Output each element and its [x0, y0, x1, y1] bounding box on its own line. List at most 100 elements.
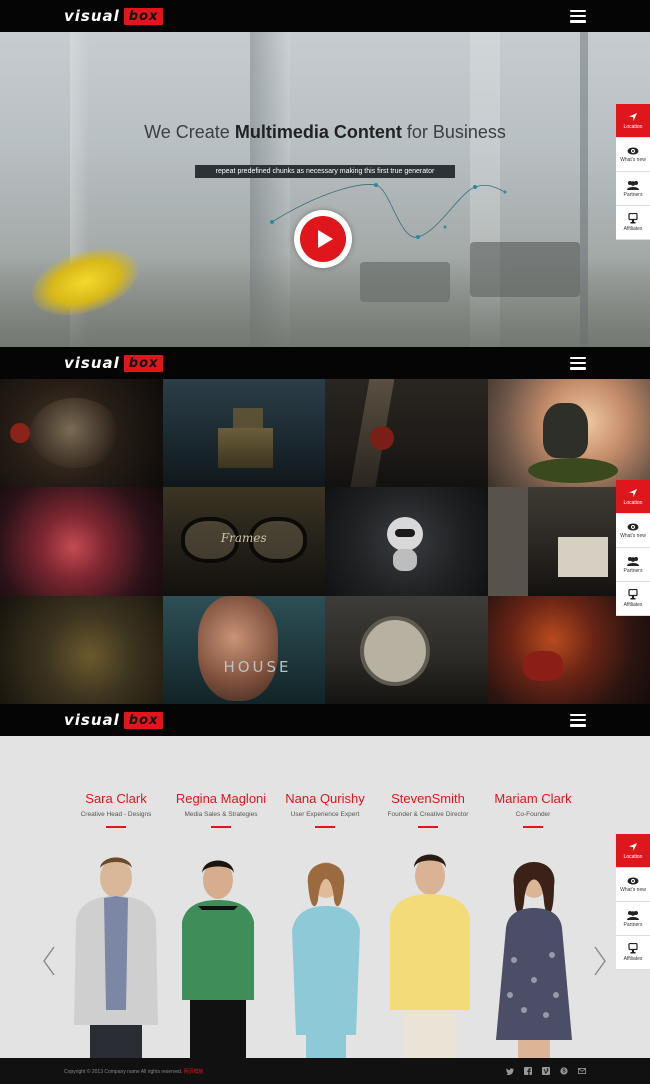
side-item-whats-new[interactable]: What's new [616, 138, 650, 172]
member-name: StevenSmith [391, 791, 465, 806]
location-arrow-icon [629, 842, 637, 851]
artwork-accent [370, 426, 394, 450]
member-photo [390, 854, 470, 1058]
hero-title: We Create Multimedia Content for Busines… [0, 122, 650, 143]
artwork-robot-head [232, 408, 263, 428]
portfolio-gallery: Frames HOUSE [0, 378, 650, 705]
footer: Copyright © 2013 Company name All rights… [0, 1058, 650, 1084]
menu-bar-icon [570, 14, 586, 18]
eye-icon [627, 523, 639, 530]
side-item-affiliates[interactable]: Affiliates [616, 936, 650, 970]
logo-box: box [123, 7, 164, 25]
side-item-affiliates[interactable]: Affiliates [616, 582, 650, 616]
team-member-card[interactable]: Mariam Clark Co-Founder [478, 791, 588, 828]
gallery-tile[interactable] [162, 378, 325, 487]
artwork-sign [557, 537, 608, 577]
play-button-inner [300, 216, 346, 262]
side-item-partners[interactable]: Partners [616, 172, 650, 206]
side-item-whats-new[interactable]: What's new [616, 868, 650, 902]
eye-icon [627, 147, 639, 154]
users-icon [627, 180, 639, 190]
member-underline [106, 826, 126, 828]
side-item-label: Partners [623, 921, 643, 928]
gallery-tile[interactable]: Frames [162, 487, 325, 596]
menu-button[interactable] [570, 713, 586, 727]
users-icon [627, 556, 639, 566]
gallery-tile[interactable] [325, 378, 488, 487]
side-item-location[interactable]: Location [616, 834, 650, 868]
side-item-label: What's new [620, 156, 646, 163]
next-arrow-icon[interactable] [593, 946, 607, 976]
artwork-building [487, 487, 528, 596]
side-item-partners[interactable]: Partners [616, 902, 650, 936]
page: visual box We Create Multimedia Content … [0, 0, 650, 1084]
mail-icon[interactable] [578, 1067, 586, 1075]
member-name: Regina Magloni [175, 791, 267, 806]
gallery-tile[interactable] [325, 487, 488, 596]
team-section: Sara Clark Creative Head - Designs Regin… [0, 736, 650, 1058]
gallery-navbar: visual box [0, 347, 650, 379]
gallery-tile[interactable] [325, 596, 488, 705]
vimeo-icon[interactable] [542, 1067, 550, 1075]
side-item-affiliates[interactable]: Affiliates [616, 206, 650, 240]
top-navbar: visual box [0, 0, 650, 32]
side-item-label: What's new [620, 886, 646, 893]
artwork-rabbit [542, 403, 588, 458]
gallery-tile[interactable] [0, 487, 163, 596]
hero-title-post: for Business [406, 122, 506, 142]
skype-icon[interactable]: S [560, 1067, 568, 1075]
artwork-figure [30, 398, 120, 468]
menu-bar-icon [570, 9, 586, 12]
play-button[interactable] [294, 210, 352, 268]
gallery-tile[interactable] [487, 378, 650, 487]
menu-button[interactable] [570, 356, 586, 370]
facebook-icon[interactable] [524, 1067, 532, 1075]
side-item-label: Affiliates [623, 602, 643, 608]
eye-icon [627, 877, 639, 884]
artwork-hand [522, 651, 563, 681]
team-member-card[interactable]: Sara Clark Creative Head - Designs [61, 791, 171, 828]
gallery-tile[interactable] [0, 596, 163, 705]
side-item-label: Location [623, 499, 643, 506]
side-widget: Location What's new Partners Affiliates [616, 834, 650, 970]
gallery-tile[interactable] [0, 378, 163, 487]
artwork-robot-visor [395, 529, 415, 537]
side-item-partners[interactable]: Partners [616, 548, 650, 582]
artwork-robot [217, 428, 273, 468]
location-arrow-icon [629, 112, 637, 121]
logo-box: box [123, 711, 164, 729]
team-member-card[interactable]: StevenSmith Founder & Creative Director [373, 791, 483, 828]
side-item-label: Affiliates [623, 956, 643, 962]
hero-title-pre: We Create [144, 122, 230, 142]
team-member-card[interactable]: Nana Qurishy User Experience Expert [270, 791, 380, 828]
gallery-tile[interactable]: HOUSE [162, 596, 325, 705]
play-icon [317, 230, 333, 248]
twitter-icon[interactable] [506, 1067, 514, 1075]
menu-bar-icon [570, 367, 586, 370]
side-item-label: Partners [623, 191, 643, 198]
logo[interactable]: visual box [64, 7, 164, 25]
logo[interactable]: visual box [64, 354, 164, 372]
logo[interactable]: visual box [64, 711, 164, 729]
hero-title-bold: Multimedia Content [234, 122, 402, 142]
member-role: Creative Head - Designs [80, 811, 152, 818]
team-navbar: visual box [0, 704, 650, 736]
location-arrow-icon [629, 488, 637, 497]
team-member-card[interactable]: Regina Magloni Media Sales & Strategies [166, 791, 276, 828]
side-item-whats-new[interactable]: What's new [616, 514, 650, 548]
side-item-location[interactable]: Location [616, 104, 650, 138]
menu-bar-icon [570, 361, 586, 365]
social-links: S [506, 1067, 586, 1075]
copyright-link[interactable]: 网页模板 [184, 1069, 204, 1075]
member-underline [315, 826, 335, 828]
menu-bar-icon [570, 713, 586, 716]
member-name: Nana Qurishy [285, 791, 365, 806]
side-item-label: Affiliates [623, 226, 643, 232]
copyright-text: Copyright © 2013 Company name All rights… [64, 1068, 204, 1075]
member-role: Co-Founder [515, 811, 551, 818]
side-item-location[interactable]: Location [616, 480, 650, 514]
logo-word: visual [64, 711, 120, 729]
member-role: User Experience Expert [290, 811, 360, 818]
menu-button[interactable] [570, 9, 586, 23]
prev-arrow-icon[interactable] [42, 946, 56, 976]
